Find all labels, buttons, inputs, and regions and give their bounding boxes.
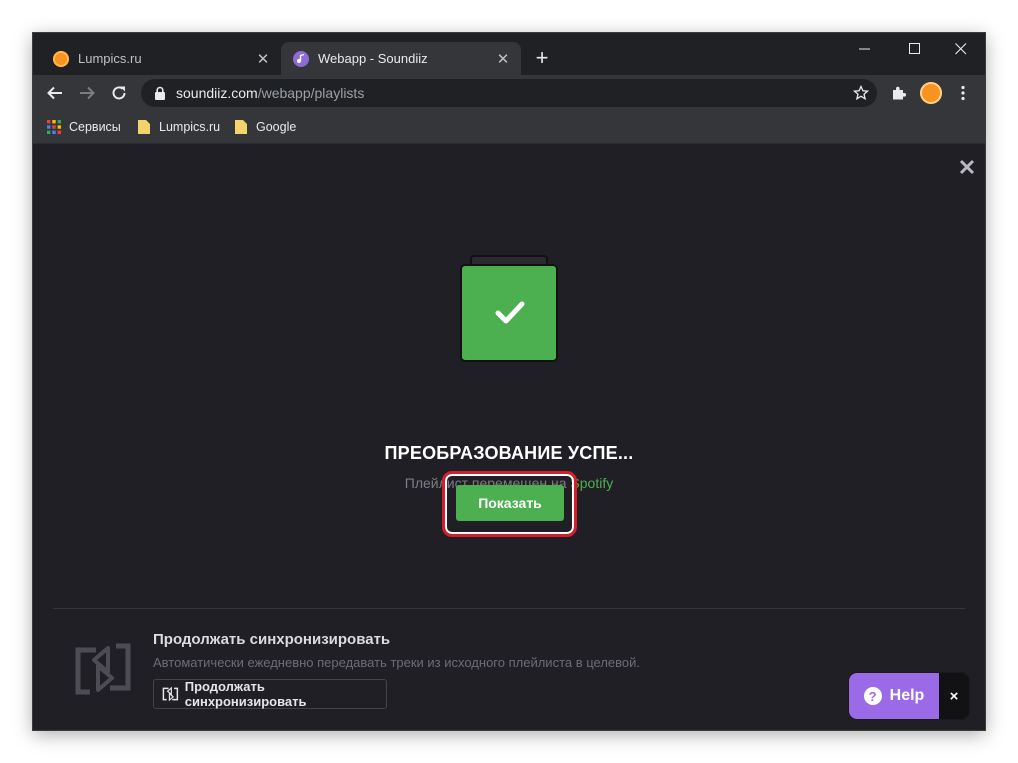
divider xyxy=(53,608,965,609)
folder-icon xyxy=(138,120,150,134)
tab-lumpics[interactable]: Lumpics.ru ✕ xyxy=(41,42,281,75)
more-vert-icon xyxy=(961,85,965,101)
back-button[interactable] xyxy=(43,81,67,105)
puzzle-icon xyxy=(893,86,907,100)
continue-sync-label: Продолжать синхронизировать xyxy=(184,679,307,709)
tab-close-icon[interactable]: ✕ xyxy=(255,50,271,68)
close-icon[interactable] xyxy=(958,158,976,176)
orange-icon xyxy=(53,50,69,67)
bookmarks-bar: Сервисы Lumpics.ru Google xyxy=(33,111,985,144)
arrow-left-icon xyxy=(47,86,62,100)
bookmark-services[interactable]: Сервисы xyxy=(47,117,121,137)
tab-soundiiz[interactable]: Webapp - Soundiiz ✕ xyxy=(281,42,521,75)
success-heading: ПРЕОБРАЗОВАНИЕ УСПЕ... xyxy=(384,443,634,463)
conversion-success-panel: ПРЕОБРАЗОВАНИЕ УСПЕ... Плейлист перемеще… xyxy=(33,144,985,730)
tab-strip: Lumpics.ru ✕ Webapp - Soundiiz ✕ + xyxy=(33,33,985,75)
sync-small-icon xyxy=(162,686,179,702)
bookmark-label: Google xyxy=(256,120,297,134)
question-icon: ? xyxy=(863,687,882,705)
bookmark-star-icon[interactable] xyxy=(853,85,869,101)
folder-icon xyxy=(235,120,247,134)
success-card xyxy=(460,264,558,362)
address-bar[interactable]: soundiiz.com/webapp/playlists xyxy=(141,79,877,107)
url-text: soundiiz.com/webapp/playlists xyxy=(176,85,365,101)
bookmark-label: Сервисы xyxy=(69,120,121,134)
soundiiz-icon xyxy=(293,50,309,67)
tab-title: Webapp - Soundiiz xyxy=(318,51,428,66)
forward-button[interactable] xyxy=(75,81,99,105)
orange-icon xyxy=(920,82,942,104)
tab-close-icon[interactable]: ✕ xyxy=(495,50,511,68)
checkmark-icon xyxy=(495,301,525,324)
window-close-button[interactable] xyxy=(938,37,984,61)
browser-toolbar: soundiiz.com/webapp/playlists xyxy=(33,75,985,111)
help-widget: ? Help × xyxy=(848,672,970,720)
lock-icon xyxy=(155,86,165,100)
help-label: Help xyxy=(889,687,925,704)
extensions-button[interactable] xyxy=(887,81,911,105)
bookmark-google[interactable]: Google xyxy=(234,117,296,137)
help-button[interactable]: ? Help xyxy=(849,673,939,719)
minimize-button[interactable] xyxy=(842,37,888,61)
continue-sync-button[interactable]: Продолжать синхронизировать xyxy=(153,679,387,709)
sync-description: Автоматически ежедневно передавать треки… xyxy=(153,655,641,670)
show-button[interactable]: Показать xyxy=(456,485,564,521)
profile-avatar[interactable] xyxy=(919,81,943,105)
browser-window: Lumpics.ru ✕ Webapp - Soundiiz ✕ + sound… xyxy=(33,33,985,730)
arrow-right-icon xyxy=(80,86,95,100)
tab-title: Lumpics.ru xyxy=(78,51,142,66)
bookmark-label: Lumpics.ru xyxy=(159,120,221,134)
new-tab-button[interactable]: + xyxy=(531,47,553,69)
menu-button[interactable] xyxy=(951,81,975,105)
sync-icon xyxy=(75,643,131,695)
reload-icon xyxy=(112,86,126,100)
reload-button[interactable] xyxy=(107,81,131,105)
maximize-button[interactable] xyxy=(892,37,938,61)
sync-title: Продолжать синхронизировать xyxy=(153,631,391,648)
bookmark-lumpics[interactable]: Lumpics.ru xyxy=(137,117,220,137)
help-close-button[interactable]: × xyxy=(939,673,969,719)
apps-grid-icon xyxy=(47,120,61,134)
